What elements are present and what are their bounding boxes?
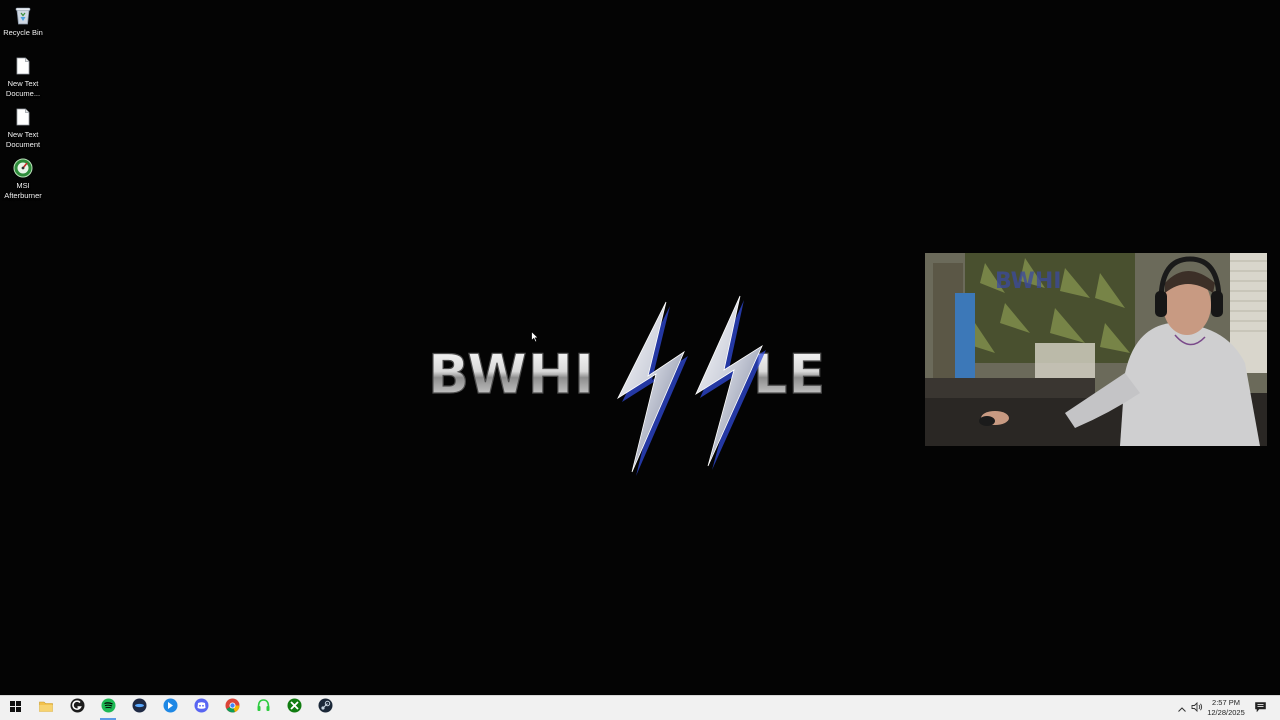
blue-circle-app-icon — [163, 698, 178, 718]
recycle-bin-icon — [12, 4, 34, 26]
svg-text:BWHI: BWHI — [428, 343, 595, 406]
taskbar-file-explorer[interactable] — [32, 696, 60, 720]
notification-icon — [1254, 699, 1266, 717]
desktop-icon-label: Recycle Bin — [3, 28, 43, 37]
taskbar-xbox[interactable] — [280, 696, 308, 720]
desktop-icon-msi-afterburner[interactable]: MSI Afterburner — [0, 157, 46, 200]
taskbar: 2:57 PM 12/28/2025 — [0, 695, 1280, 720]
svg-text:BWHI: BWHI — [995, 269, 1061, 294]
chrome-icon — [225, 698, 240, 718]
taskbar-logitech-g-hub[interactable] — [63, 696, 91, 720]
folder-icon — [39, 699, 53, 717]
desktop-icon-recycle-bin[interactable]: Recycle Bin — [0, 4, 46, 38]
tray-show-hidden-button[interactable] — [1175, 696, 1189, 720]
msi-afterburner-icon — [12, 157, 34, 179]
notification-center-button[interactable] — [1252, 696, 1268, 720]
chevron-up-icon — [1178, 699, 1186, 717]
start-button[interactable] — [1, 696, 29, 720]
desktop-icon-label: MSI Afterburner — [4, 181, 42, 200]
xbox-icon — [287, 698, 302, 718]
taskbar-steam[interactable] — [311, 696, 339, 720]
text-file-icon — [12, 55, 34, 77]
spotify-icon — [101, 698, 116, 718]
desktop-icon-label: New Text Document — [5, 130, 41, 149]
webcam-overlay: BWHI — [925, 253, 1267, 446]
taskbar-chrome[interactable] — [218, 696, 246, 720]
steam-icon — [318, 698, 333, 718]
headset-icon — [256, 698, 271, 718]
discord-icon — [194, 698, 209, 718]
logitech-g-icon — [70, 698, 85, 718]
blue-oval-icon — [132, 698, 147, 718]
taskbar-spotify[interactable] — [94, 696, 122, 720]
desktop-icon-new-text-document-2[interactable]: New Text Document — [0, 106, 46, 149]
desktop-icon-new-text-document-1[interactable]: New Text Docume... — [0, 55, 46, 98]
text-file-icon — [12, 106, 34, 128]
taskbar-headset-app[interactable] — [249, 696, 277, 720]
desktop: Recycle Bin New Text Docume... New Text … — [0, 0, 1280, 695]
wallpaper-logo: BWHI LE — [420, 290, 850, 480]
clock-date: 12/28/2025 — [1207, 708, 1245, 717]
mouse-cursor-icon — [531, 330, 540, 348]
taskbar-discord[interactable] — [187, 696, 215, 720]
windows-start-icon — [9, 699, 21, 717]
desktop-icon-label: New Text Docume... — [5, 79, 41, 98]
taskbar-app-5[interactable] — [125, 696, 153, 720]
clock-time: 2:57 PM — [1212, 698, 1240, 707]
taskbar-app-6[interactable] — [156, 696, 184, 720]
taskbar-clock[interactable]: 2:57 PM 12/28/2025 — [1200, 697, 1252, 719]
